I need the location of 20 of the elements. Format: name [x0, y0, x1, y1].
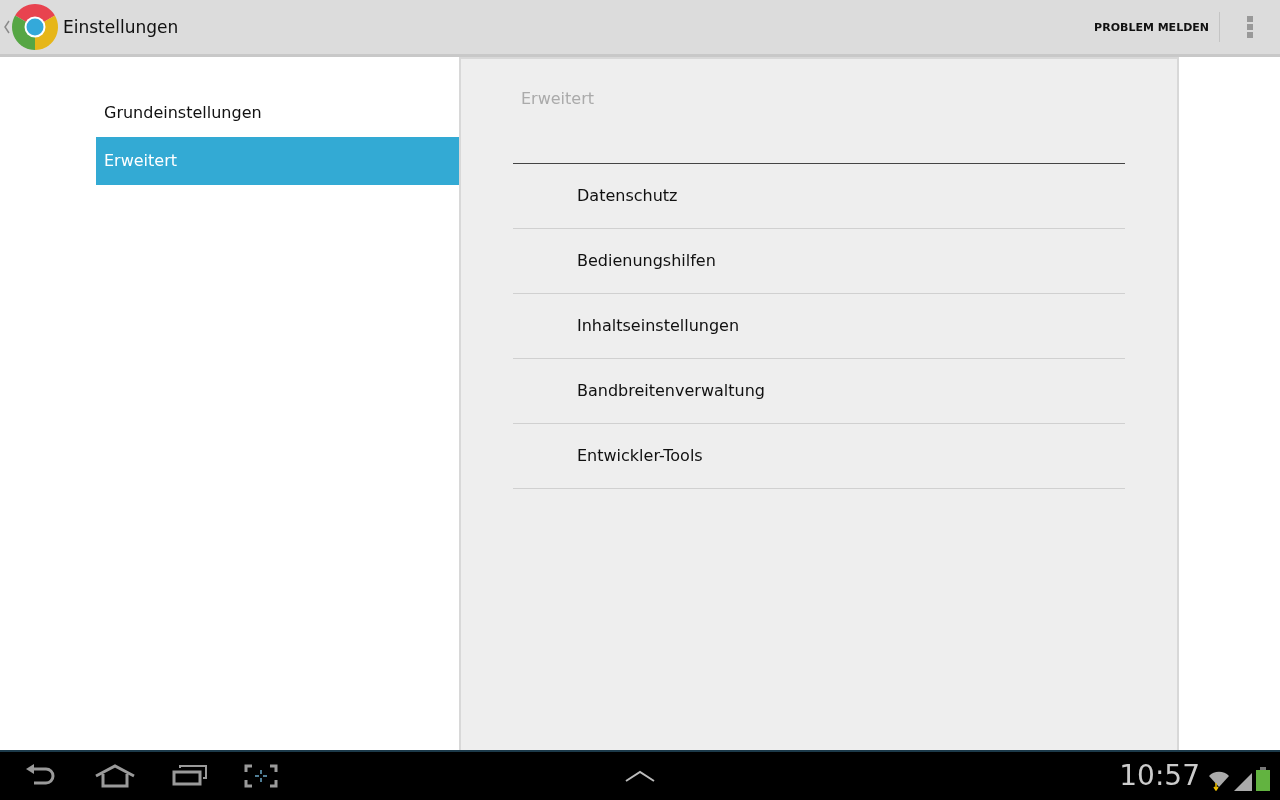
settings-category-item[interactable]: Grundeinstellungen [96, 89, 459, 137]
stacked-windows-icon [172, 764, 208, 786]
screen-title: Einstellungen [63, 17, 179, 37]
report-problem-button[interactable]: PROBLEM MELDEN [1086, 10, 1217, 44]
up-caret-icon [625, 770, 655, 782]
wifi-icon [1208, 769, 1230, 791]
capture-frame-icon [244, 764, 278, 788]
settings-list-item[interactable]: Datenschutz [513, 164, 1125, 229]
settings-list-item[interactable]: Bedienungshilfen [513, 229, 1125, 294]
signal-icon [1234, 773, 1252, 791]
clock: 10:57 [1119, 761, 1200, 791]
settings-list-item[interactable]: Inhaltseinstellungen [513, 294, 1125, 359]
back-chevron-icon [4, 20, 10, 34]
panel-heading: Erweitert [520, 88, 596, 110]
settings-list-item[interactable]: Entwickler-Tools [513, 424, 1125, 489]
house-icon [94, 764, 136, 788]
settings-list-item[interactable]: Bandbreitenverwaltung [513, 359, 1125, 424]
overflow-menu-icon [1247, 16, 1253, 38]
battery-icon [1256, 767, 1270, 791]
browser-logo-icon [12, 4, 58, 50]
